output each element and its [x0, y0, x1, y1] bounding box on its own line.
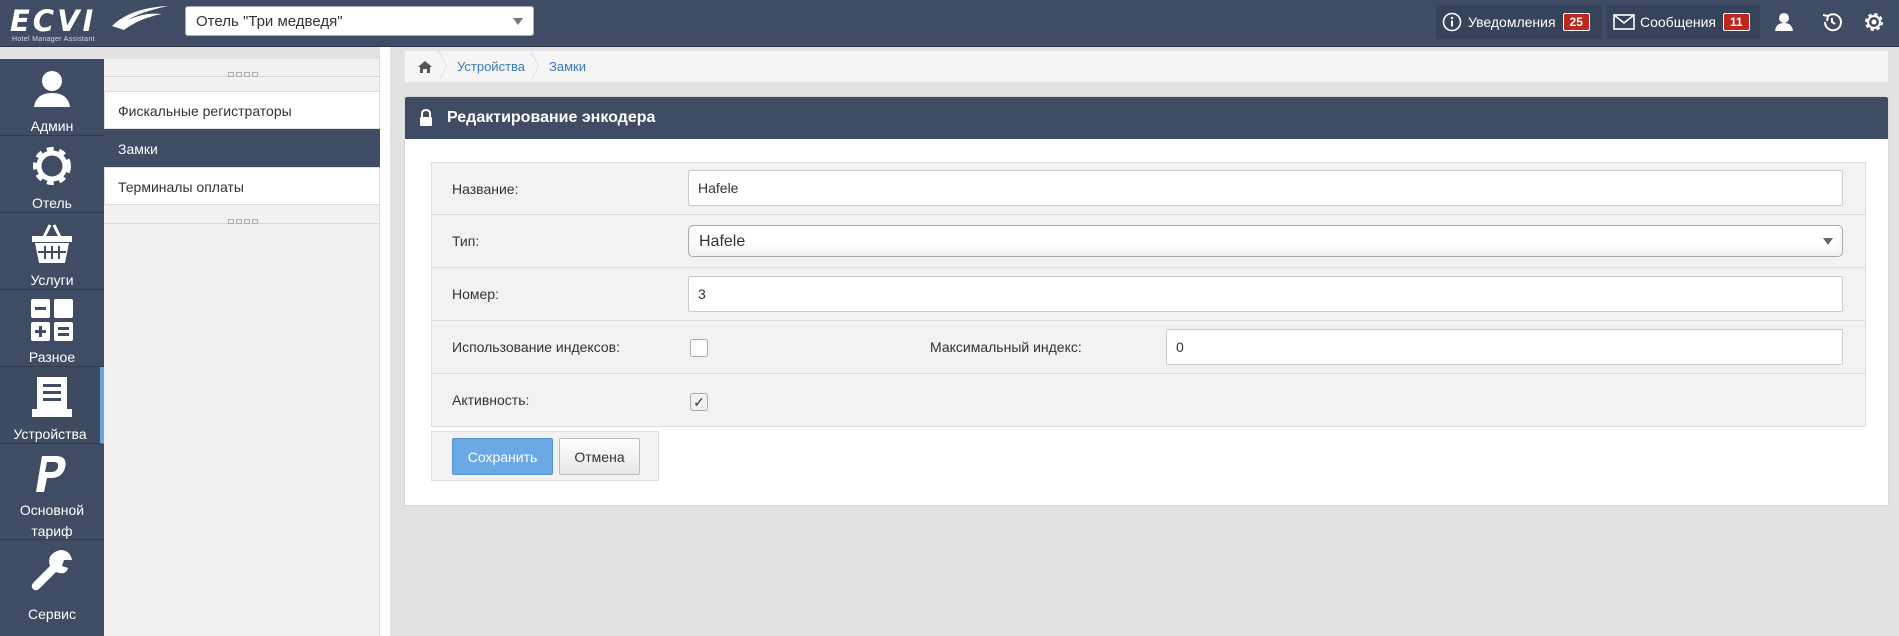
type-select-value: Hafele — [699, 233, 746, 250]
home-icon[interactable] — [417, 60, 433, 74]
form-row-type: Тип: Hafele — [431, 214, 1866, 268]
breadcrumb-locks[interactable]: Замки — [549, 59, 586, 74]
logo[interactable]: ECVI Hotel Manager Assistant — [10, 4, 170, 44]
sidebar-item-label: Сервис — [28, 606, 76, 622]
hotel-select-value: Отель "Три медведя" — [196, 13, 343, 30]
envelope-icon — [1613, 14, 1635, 30]
submenu-item-label: Замки — [118, 141, 158, 157]
type-select[interactable]: Hafele — [688, 225, 1843, 257]
submenu-item-label: Терминалы оплаты — [118, 179, 244, 195]
active-label: Активность: — [452, 392, 530, 408]
messages-count-badge: 11 — [1722, 13, 1750, 31]
active-checkbox[interactable]: ✓ — [690, 393, 708, 411]
history-icon[interactable] — [1820, 10, 1844, 34]
name-label: Название: — [452, 181, 519, 197]
breadcrumb-separator — [438, 50, 451, 83]
logo-subtitle: Hotel Manager Assistant — [12, 36, 95, 43]
user-icon — [34, 71, 70, 107]
wrench-icon — [31, 550, 72, 591]
chevron-down-icon — [1823, 238, 1833, 245]
cancel-button[interactable]: Отмена — [559, 438, 640, 475]
chevron-down-icon — [513, 18, 523, 25]
sidebar-item-label-line1: Основной — [19, 502, 85, 518]
resize-handle[interactable] — [223, 219, 263, 227]
save-button[interactable]: Сохранить — [452, 438, 553, 475]
sidebar-item-label: Админ — [30, 118, 74, 134]
info-icon — [1442, 12, 1462, 32]
sidebar-item-misc[interactable]: Разное — [0, 290, 104, 367]
gear-icon[interactable] — [1862, 10, 1886, 34]
sidebar-item-base-tariff[interactable]: Основной тариф — [0, 444, 104, 540]
sidebar-item-label: Разное — [28, 349, 76, 365]
messages-label: Сообщения — [1640, 14, 1716, 30]
sidebar-item-service[interactable]: Сервис — [0, 540, 104, 636]
number-label: Номер: — [452, 286, 499, 302]
max-index-input[interactable]: 0 — [1166, 329, 1843, 365]
breadcrumb-separator — [530, 50, 543, 83]
type-label: Тип: — [452, 233, 480, 249]
panel-header: Редактирование энкодера — [405, 97, 1888, 139]
form-actions: Сохранить Отмена — [431, 431, 659, 481]
submenu-panel: Фискальные регистраторы Замки Терминалы … — [104, 59, 380, 636]
notifications-button[interactable]: Уведомления 25 — [1436, 5, 1602, 39]
form-row-active: Активность: ✓ — [431, 373, 1866, 427]
sidebar-item-admin[interactable]: Админ — [0, 59, 104, 136]
sidebar-item-label: Услуги — [30, 272, 74, 288]
paypal-icon — [36, 456, 66, 492]
form-row-number: Номер: 3 — [431, 267, 1866, 321]
breadcrumb: Устройства Замки — [404, 50, 1889, 83]
sidebar-item-hotel[interactable]: Отель — [0, 136, 104, 213]
basket-icon — [32, 224, 72, 263]
name-input[interactable]: Hafele — [688, 170, 1843, 206]
use-indexes-checkbox[interactable] — [690, 339, 708, 357]
logo-swoosh-icon — [112, 6, 168, 30]
logo-text: ECVI — [10, 4, 97, 38]
form-row-indexes: Использование индексов: Максимальный инд… — [431, 320, 1866, 374]
use-indexes-label: Использование индексов: — [452, 339, 620, 355]
main-sidebar: Админ Отель Услуги Разное Устройства Осн… — [0, 59, 104, 636]
panel-title: Редактирование энкодера — [447, 109, 656, 126]
top-bar: ECVI Hotel Manager Assistant Отель "Три … — [0, 0, 1899, 47]
user-icon[interactable] — [1772, 10, 1796, 34]
submenu-item-payment-terminals[interactable]: Терминалы оплаты — [104, 167, 380, 205]
gear-icon — [33, 147, 71, 185]
edit-encoder-panel: Редактирование энкодера Название: Hafele… — [404, 96, 1889, 506]
sidebar-item-label: Отель — [32, 195, 72, 211]
sidebar-item-label: Устройства — [13, 426, 87, 442]
breadcrumb-devices[interactable]: Устройства — [457, 59, 525, 74]
form-row-name: Название: Hafele — [431, 162, 1866, 215]
notifications-count-badge: 25 — [1562, 13, 1590, 31]
sidebar-item-label-line2: тариф — [31, 523, 73, 539]
sidebar-item-devices[interactable]: Устройства — [0, 367, 104, 444]
messages-button[interactable]: Сообщения 11 — [1607, 5, 1760, 39]
submenu-item-locks[interactable]: Замки — [104, 129, 380, 167]
submenu-item-label: Фискальные регистраторы — [118, 103, 292, 119]
max-index-label: Максимальный индекс: — [930, 339, 1082, 355]
hotel-select[interactable]: Отель "Три медведя" — [185, 6, 534, 36]
sidebar-item-services[interactable]: Услуги — [0, 213, 104, 290]
panel-gutter — [380, 47, 390, 636]
number-input[interactable]: 3 — [688, 276, 1843, 312]
notifications-label: Уведомления — [1468, 14, 1556, 30]
calculator-icon — [31, 299, 73, 341]
lock-icon — [420, 109, 432, 126]
submenu-item-fiscal-registers[interactable]: Фискальные регистраторы — [104, 91, 380, 129]
resize-handle[interactable] — [223, 72, 263, 80]
device-icon — [32, 377, 72, 417]
